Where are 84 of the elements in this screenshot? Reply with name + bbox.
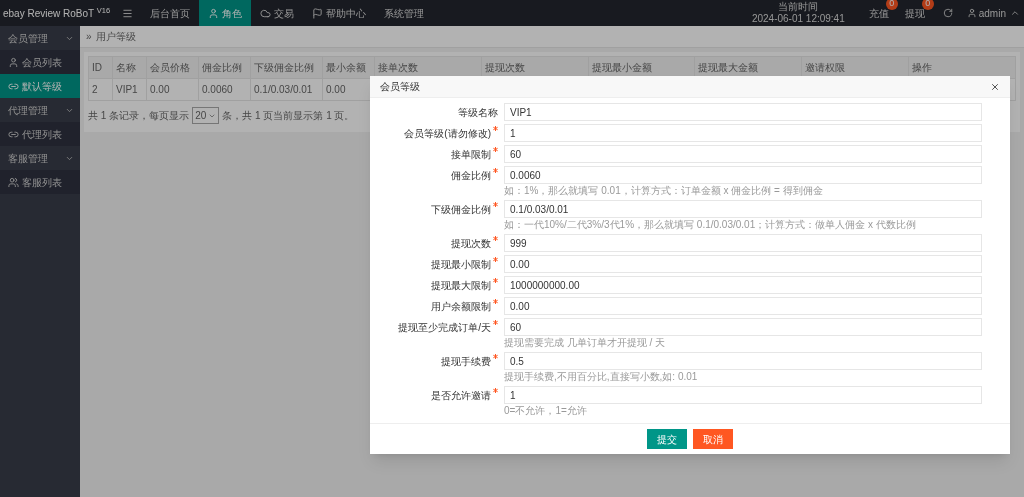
field-hint: 0=不允许，1=允许 bbox=[504, 405, 588, 417]
users-icon bbox=[8, 176, 19, 188]
field-label: 提现手续费 bbox=[441, 354, 491, 369]
column-header: 提现最小金额 bbox=[591, 62, 652, 73]
cloud-icon bbox=[260, 7, 272, 19]
input-field[interactable]: 0.0060 bbox=[504, 166, 982, 184]
caret-icon bbox=[1010, 8, 1020, 18]
table-cell: 0.1/0.03/0.01 bbox=[254, 84, 313, 95]
field-label: 提现至少完成订单/天 bbox=[398, 320, 491, 335]
table-cell: 0.0060 bbox=[202, 84, 233, 95]
sidebar-item[interactable]: 默认等级 bbox=[0, 74, 80, 98]
field-hint: 如：1%，那么就填写 0.01，计算方式：订单金额 x 佣金比例 = 得到佣金 bbox=[504, 185, 824, 197]
sidebar-item[interactable]: 客服列表 bbox=[0, 170, 80, 194]
table-cell: VIP1 bbox=[116, 84, 138, 95]
table-cell: 2 bbox=[92, 84, 98, 95]
field-label: 等级名称 bbox=[458, 105, 498, 120]
nav-tab[interactable]: 角色 bbox=[199, 0, 252, 26]
sidebar-group[interactable]: 代理管理 bbox=[8, 102, 48, 118]
breadcrumb-separator: » bbox=[86, 30, 92, 44]
close-icon[interactable] bbox=[990, 81, 1000, 92]
modal-title: 会员等级 bbox=[380, 80, 420, 94]
dialog-button[interactable]: 提交 bbox=[647, 429, 687, 449]
nav-tab[interactable]: 帮助中心 bbox=[303, 0, 376, 26]
column-header: ID bbox=[92, 62, 102, 73]
field-label: 提现最大限制 bbox=[431, 278, 491, 293]
sidebar-item[interactable]: 代理列表 bbox=[0, 122, 80, 146]
field-label: 提现次数 bbox=[451, 236, 491, 251]
column-header: 名称 bbox=[116, 62, 136, 73]
input-field[interactable]: 0.00 bbox=[504, 297, 982, 315]
field-label: 提现最小限制 bbox=[431, 257, 491, 272]
input-field[interactable]: 0.5 bbox=[504, 352, 982, 370]
user-icon bbox=[208, 7, 220, 19]
clock-label: 当前时间 bbox=[778, 1, 819, 13]
input-field[interactable]: 1 bbox=[504, 386, 982, 404]
sidebar-group[interactable]: 会员管理 bbox=[8, 30, 48, 46]
column-header: 邀请权限 bbox=[805, 62, 846, 73]
input-field[interactable]: 60 bbox=[504, 318, 982, 336]
user-menu[interactable]: admin bbox=[978, 5, 1006, 21]
field-label: 会员等级(请勿修改) bbox=[404, 126, 491, 141]
input-field[interactable]: 0.1/0.03/0.01 bbox=[504, 200, 982, 218]
field-label: 用户余额限制 bbox=[431, 299, 491, 314]
column-header: 会员价格 bbox=[150, 62, 190, 73]
top-action-link[interactable]: 充值 bbox=[868, 7, 889, 19]
nav-tab[interactable]: 后台首页 bbox=[141, 0, 200, 26]
menu-icon[interactable] bbox=[121, 7, 133, 19]
app-logo: ebay Review RoBoT $^{V16}$ bbox=[2, 5, 112, 21]
count-badge: 0 bbox=[921, 0, 934, 10]
table-cell: 0.00 bbox=[326, 84, 346, 95]
count-badge: 0 bbox=[885, 0, 898, 10]
user-icon bbox=[8, 56, 19, 68]
column-header: 下级佣金比例 bbox=[254, 62, 314, 73]
column-header: 操作 bbox=[912, 62, 933, 73]
field-hint: 如：一代10%/二代3%/3代1%，那么就填写 0.1/0.03/0.01；计算方式：做单人佣金 x 代数比例 bbox=[504, 219, 917, 231]
field-hint: 提现手续费,不用百分比,直接写小数,如: 0.01 bbox=[504, 371, 699, 383]
field-label: 下级佣金比例 bbox=[431, 202, 491, 217]
column-header: 提现次数 bbox=[484, 62, 525, 73]
flag-icon bbox=[312, 7, 324, 19]
input-field[interactable]: 1000000000.00 bbox=[504, 276, 982, 294]
table-cell: 0.00 bbox=[150, 84, 170, 95]
sidebar-group[interactable]: 客服管理 bbox=[8, 150, 48, 166]
input-field[interactable]: 60 bbox=[504, 145, 982, 163]
top-action-link[interactable]: 提现 bbox=[904, 7, 925, 19]
input-field[interactable]: 1 bbox=[504, 124, 982, 142]
breadcrumb: 用户等级 bbox=[95, 30, 136, 44]
field-label: 接单限制 bbox=[451, 147, 491, 162]
clock-value: 2024-06-01 12:09:41 bbox=[751, 13, 845, 25]
nav-tab[interactable]: 系统管理 bbox=[375, 0, 434, 26]
page-size-select[interactable]: 20 bbox=[192, 107, 220, 124]
pagination-text: 共 1 条记录，每页显示 bbox=[88, 109, 190, 123]
refresh-icon[interactable] bbox=[942, 8, 953, 18]
input-field[interactable]: VIP1 bbox=[504, 103, 982, 121]
field-label: 佣金比例 bbox=[451, 168, 491, 183]
column-header: 接单次数 bbox=[378, 62, 418, 73]
column-header: 最小余额 bbox=[326, 62, 366, 73]
nav-tab[interactable]: 交易 bbox=[251, 0, 304, 26]
field-hint: 提现需要完成 几单订单才开提现 / 天 bbox=[504, 337, 667, 349]
column-header: 提现最大金额 bbox=[698, 62, 759, 73]
input-field[interactable]: 0.00 bbox=[504, 255, 982, 273]
user-icon bbox=[966, 8, 977, 18]
pagination-text: 条，共 1 页当前显示第 1 页。 bbox=[222, 109, 355, 123]
sidebar-item[interactable]: 会员列表 bbox=[0, 50, 80, 74]
field-label: 是否允许邀请 bbox=[431, 388, 491, 403]
input-field[interactable]: 999 bbox=[504, 234, 982, 252]
column-header: 佣金比例 bbox=[202, 62, 242, 73]
